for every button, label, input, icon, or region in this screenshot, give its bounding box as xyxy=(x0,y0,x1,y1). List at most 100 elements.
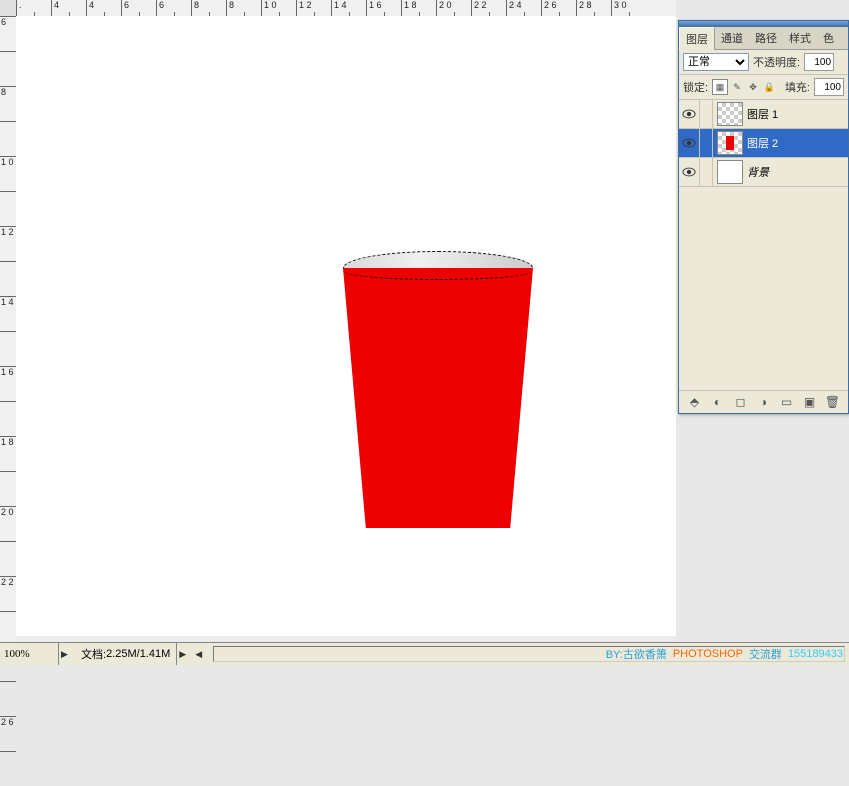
tab-layers[interactable]: 图层 xyxy=(679,27,715,50)
credit-app: PHOTOSHOP xyxy=(673,648,743,660)
layer-mask-icon[interactable]: ◻ xyxy=(733,395,749,409)
ruler-origin[interactable] xyxy=(0,0,17,17)
ruler-tick: 1 0 xyxy=(0,156,16,191)
layer-visibility-icon[interactable] xyxy=(679,158,700,186)
ruler-tick: 6 xyxy=(156,0,191,16)
zoom-menu-icon[interactable]: ▶ xyxy=(59,649,75,660)
ruler-tick: 1 2 xyxy=(0,226,16,261)
panel-tabs: 图层 通道 路径 样式 色 xyxy=(679,27,848,50)
ruler-tick: 8 xyxy=(191,0,226,16)
lock-all-icon[interactable]: 🔒 xyxy=(762,80,776,94)
fill-input[interactable] xyxy=(814,78,844,96)
ruler-tick xyxy=(0,751,16,786)
ruler-tick xyxy=(0,51,16,86)
layer-effects-icon[interactable]: ◐ xyxy=(710,395,726,409)
doc-menu-icon[interactable]: ▶ xyxy=(177,649,193,660)
ruler-tick xyxy=(0,611,16,646)
credit-author: BY:古欲香箫 xyxy=(606,646,667,662)
lock-brush-icon[interactable]: ✎ xyxy=(730,80,744,94)
ruler-tick: 2 0 xyxy=(436,0,471,16)
doc-info-label: 文档: xyxy=(81,646,106,662)
zoom-level[interactable]: 100% xyxy=(0,643,59,665)
layer-link-slot[interactable] xyxy=(700,129,713,157)
ruler-tick: . xyxy=(16,0,51,16)
layer-link-slot[interactable] xyxy=(700,100,713,128)
delete-layer-icon[interactable]: 🗑 xyxy=(825,395,841,409)
lock-label: 锁定: xyxy=(683,79,708,95)
layer-list: 图层 1 图层 2 背景 xyxy=(679,100,848,390)
credit-text: BY:古欲香箫 PHOTOSHOP 交流群 155189433 xyxy=(606,643,843,665)
ruler-tick: 2 4 xyxy=(506,0,541,16)
layer-row[interactable]: 图层 1 xyxy=(679,100,848,129)
layer-link-slot[interactable] xyxy=(700,158,713,186)
ruler-tick: 1 8 xyxy=(0,436,16,471)
layer-name-label[interactable]: 图层 1 xyxy=(747,106,778,122)
adjustment-layer-icon[interactable]: ◑ xyxy=(756,395,772,409)
ruler-horizontal[interactable]: .4466881 01 21 41 61 82 02 22 42 62 83 0 xyxy=(16,0,676,17)
opacity-label: 不透明度: xyxy=(753,54,800,70)
ruler-tick: 2 6 xyxy=(0,716,16,751)
layer-thumbnail[interactable] xyxy=(717,160,743,184)
status-bar: 100% ▶ 文档: 2.25M/1.41M ▶ ◀ BY:古欲香箫 PHOTO… xyxy=(0,642,849,665)
layer-visibility-icon[interactable] xyxy=(679,129,700,157)
opacity-input[interactable] xyxy=(804,53,834,71)
ruler-tick: 2 0 xyxy=(0,506,16,541)
credit-group: 交流群 xyxy=(749,646,782,662)
lock-move-icon[interactable]: ✥ xyxy=(746,80,760,94)
blend-opacity-row: 正常 不透明度: xyxy=(679,50,848,75)
panel-footer: ⬘ ◐ ◻ ◑ ▭ ▣ 🗑 xyxy=(679,390,848,413)
ruler-tick: 1 2 xyxy=(296,0,331,16)
ruler-tick xyxy=(0,541,16,576)
canvas-area[interactable] xyxy=(16,16,676,641)
ruler-tick: 1 0 xyxy=(261,0,296,16)
layer-row[interactable]: 图层 2 xyxy=(679,129,848,158)
layer-thumbnail[interactable] xyxy=(717,131,743,155)
lock-fill-row: 锁定: ▦ ✎ ✥ 🔒 填充: xyxy=(679,75,848,100)
lock-transparency-icon[interactable]: ▦ xyxy=(712,79,728,95)
ruler-tick: 6 xyxy=(121,0,156,16)
blend-mode-select[interactable]: 正常 xyxy=(683,53,749,71)
ruler-tick xyxy=(0,121,16,156)
ruler-tick: 2 6 xyxy=(541,0,576,16)
doc-info[interactable]: 文档: 2.25M/1.41M xyxy=(75,643,177,665)
tab-color[interactable]: 色 xyxy=(817,27,840,49)
ruler-tick: 3 0 xyxy=(611,0,646,16)
ruler-tick xyxy=(0,401,16,436)
doc-info-value: 2.25M/1.41M xyxy=(106,648,170,660)
ruler-tick: 1 4 xyxy=(331,0,366,16)
layer-name-label[interactable]: 背景 xyxy=(747,164,769,180)
ruler-tick: 2 8 xyxy=(576,0,611,16)
tab-styles[interactable]: 样式 xyxy=(783,27,817,49)
ruler-vertical[interactable]: 681 01 21 41 61 82 02 22 42 6 xyxy=(0,16,17,641)
credit-num: 155189433 xyxy=(788,648,843,660)
ruler-tick: 1 4 xyxy=(0,296,16,331)
ruler-tick: 1 6 xyxy=(0,366,16,401)
layer-name-label[interactable]: 图层 2 xyxy=(747,135,778,151)
ruler-tick: 4 xyxy=(86,0,121,16)
canvas[interactable] xyxy=(16,16,676,636)
ruler-tick xyxy=(0,681,16,716)
layers-panel[interactable]: 图层 通道 路径 样式 色 正常 不透明度: 锁定: ▦ ✎ ✥ 🔒 填充: 图… xyxy=(678,20,849,414)
layer-row[interactable]: 背景 xyxy=(679,158,848,187)
scroll-left-icon[interactable]: ◀ xyxy=(193,649,209,660)
layer-group-icon[interactable]: ▭ xyxy=(779,395,795,409)
new-layer-icon[interactable]: ▣ xyxy=(802,395,818,409)
ruler-tick: 4 xyxy=(51,0,86,16)
tab-channels[interactable]: 通道 xyxy=(715,27,749,49)
fill-label: 填充: xyxy=(785,79,810,95)
ruler-tick: 6 xyxy=(0,16,16,51)
link-layers-icon[interactable]: ⬘ xyxy=(687,395,703,409)
ruler-tick: 8 xyxy=(226,0,261,16)
cup-rim-selection xyxy=(343,261,533,280)
ruler-tick: 8 xyxy=(0,86,16,121)
layer-visibility-icon[interactable] xyxy=(679,100,700,128)
tab-paths[interactable]: 路径 xyxy=(749,27,783,49)
ruler-tick xyxy=(0,191,16,226)
layer-thumbnail[interactable] xyxy=(717,102,743,126)
lock-icons: ▦ ✎ ✥ 🔒 xyxy=(712,79,776,95)
ruler-tick xyxy=(0,261,16,296)
ruler-tick: 2 2 xyxy=(0,576,16,611)
cup-body-fill xyxy=(343,268,533,528)
ruler-tick: 2 2 xyxy=(471,0,506,16)
ruler-tick: 1 6 xyxy=(366,0,401,16)
